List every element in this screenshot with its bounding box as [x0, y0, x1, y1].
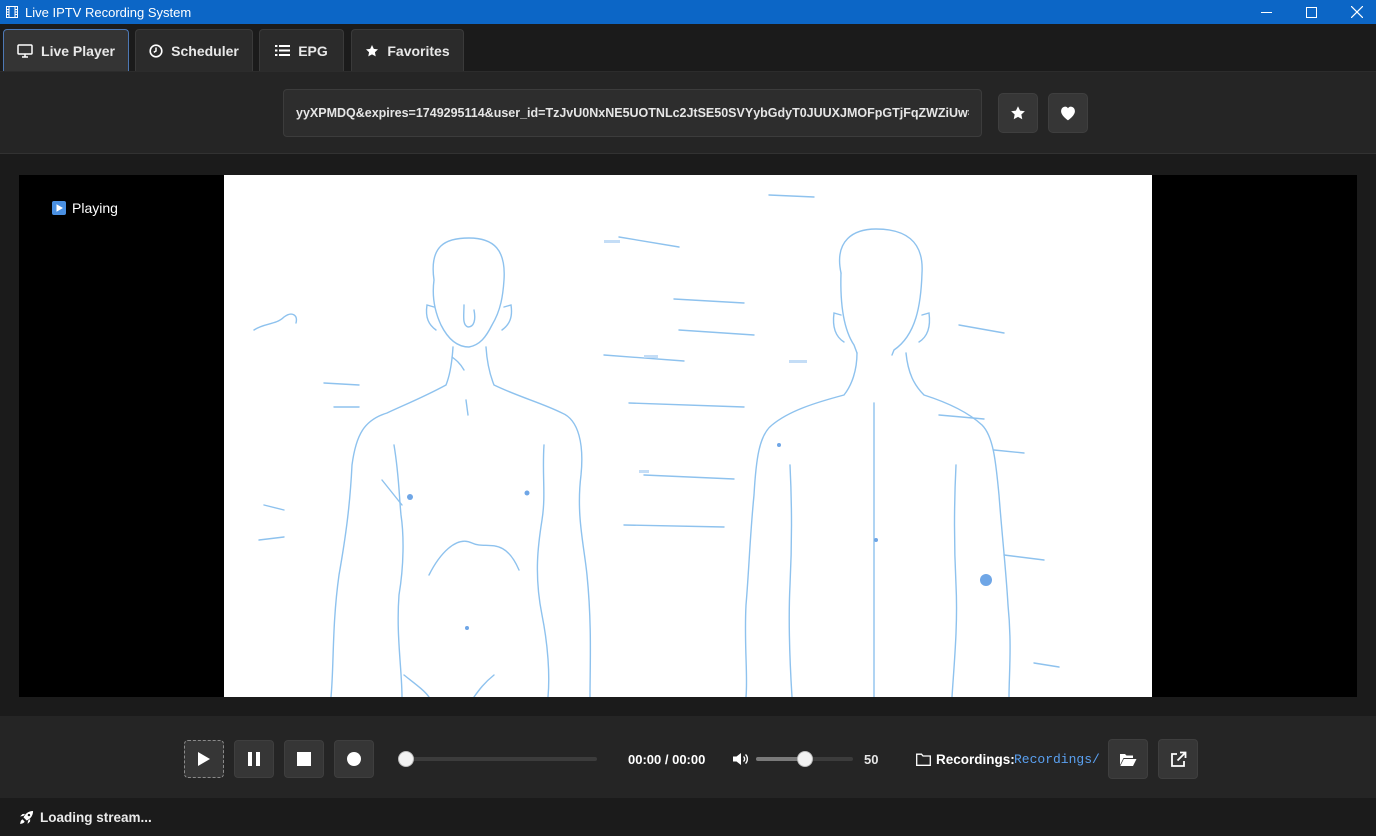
add-favorite-button[interactable] — [998, 93, 1038, 133]
star-icon — [1011, 106, 1025, 120]
stream-url-input[interactable] — [283, 89, 982, 137]
tab-epg[interactable]: EPG — [259, 29, 344, 71]
play-icon — [198, 752, 210, 766]
film-icon — [6, 6, 18, 18]
star-icon — [366, 44, 379, 56]
maximize-button[interactable] — [1288, 0, 1334, 24]
play-square-icon — [52, 201, 66, 215]
clock-icon — [149, 43, 163, 58]
tab-label: Favorites — [387, 42, 450, 59]
volume-value: 50 — [864, 752, 879, 767]
playback-status-label: Playing — [72, 200, 118, 216]
recordings-label: Recordings: — [936, 752, 1015, 767]
tab-label: Scheduler — [171, 42, 239, 59]
video-area: Playing — [0, 154, 1376, 716]
folder-open-icon — [1120, 753, 1137, 766]
monitor-icon — [17, 43, 33, 58]
record-icon — [347, 752, 361, 766]
seek-slider[interactable] — [400, 757, 597, 761]
tab-label: EPG — [298, 42, 328, 59]
close-icon — [1351, 6, 1363, 18]
pause-button[interactable] — [234, 740, 274, 778]
window-title: Live IPTV Recording System — [25, 4, 192, 20]
seek-slider-handle[interactable] — [398, 751, 414, 767]
volume-icon — [733, 753, 749, 765]
tab-label: Live Player — [41, 42, 115, 59]
tab-bar: Live Player Scheduler EPG Favorites — [0, 24, 1376, 72]
external-link-button[interactable] — [1158, 739, 1198, 779]
play-button[interactable] — [184, 740, 224, 778]
favorites-button[interactable] — [1048, 93, 1088, 133]
folder-icon — [916, 753, 931, 766]
video-player[interactable]: Playing — [19, 175, 1357, 697]
recordings-path[interactable]: Recordings/ — [1014, 752, 1100, 767]
list-icon — [275, 45, 291, 56]
heart-icon — [1061, 106, 1075, 121]
tab-favorites[interactable]: Favorites — [351, 29, 464, 71]
minimize-icon — [1260, 11, 1272, 13]
url-row — [0, 72, 1376, 154]
close-button[interactable] — [1334, 0, 1376, 24]
maximize-icon — [1305, 6, 1317, 18]
tab-live-player[interactable]: Live Player — [3, 29, 129, 71]
status-text: Loading stream... — [40, 809, 152, 825]
minimize-button[interactable] — [1243, 0, 1289, 24]
playback-controls: 00:00 / 00:00 50 Recordings: Recordings/ — [0, 716, 1376, 798]
title-bar: Live IPTV Recording System — [0, 0, 1376, 24]
open-folder-button[interactable] — [1108, 739, 1148, 779]
stop-button[interactable] — [284, 740, 324, 778]
video-frame — [224, 175, 1152, 697]
external-link-icon — [1170, 751, 1186, 767]
playback-status: Playing — [52, 200, 118, 216]
volume-slider-handle[interactable] — [796, 751, 813, 767]
pause-icon — [248, 752, 260, 766]
time-display: 00:00 / 00:00 — [628, 752, 706, 767]
stop-icon — [297, 752, 311, 766]
tab-scheduler[interactable]: Scheduler — [135, 29, 253, 71]
record-button[interactable] — [334, 740, 374, 778]
rocket-icon — [20, 810, 34, 824]
status-bar: Loading stream... — [0, 798, 1376, 836]
